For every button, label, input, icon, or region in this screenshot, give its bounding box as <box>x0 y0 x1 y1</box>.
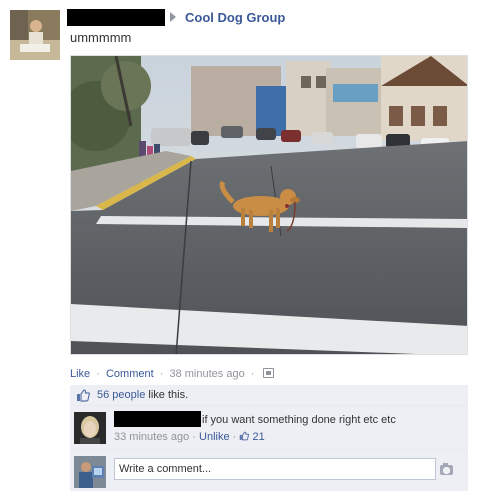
feedback-panel: 56 people like this. if you want somethi… <box>70 385 468 491</box>
comment-like-count[interactable]: 21 <box>252 431 264 443</box>
comment-timestamp[interactable]: 33 minutes ago <box>114 431 189 443</box>
camera-icon[interactable] <box>440 463 453 475</box>
post-text: ummmmm <box>70 30 132 45</box>
separator-dot: · <box>96 368 100 380</box>
poster-avatar[interactable] <box>10 10 60 60</box>
comment-link[interactable]: Comment <box>106 368 154 380</box>
redacted-commenter-name <box>114 411 201 427</box>
separator-dot: · <box>192 431 196 443</box>
likes-suffix: like this. <box>145 389 189 401</box>
comment-meta: 33 minutes ago · Unlike · 21 <box>114 431 265 443</box>
separator-dot: · <box>232 431 237 443</box>
likes-summary: 56 people like this. <box>70 385 468 406</box>
audience-icon[interactable] <box>263 368 275 378</box>
comment-item: if you want something done right etc etc… <box>70 406 468 450</box>
group-name-link[interactable]: Cool Dog Group <box>185 10 285 25</box>
post-timestamp[interactable]: 38 minutes ago <box>169 368 244 380</box>
like-link[interactable]: Like <box>70 368 90 380</box>
redacted-poster-name <box>67 9 165 26</box>
thumbs-up-icon <box>77 389 90 402</box>
post-photo[interactable] <box>70 55 468 355</box>
current-user-avatar <box>74 456 106 488</box>
unlike-link[interactable]: Unlike <box>199 431 230 443</box>
comment-text: if you want something done right etc etc <box>202 414 396 426</box>
write-comment-row <box>70 450 468 491</box>
commenter-avatar[interactable] <box>74 412 106 444</box>
separator-dot: · <box>250 368 255 380</box>
likers-link[interactable]: 56 people <box>97 389 145 401</box>
comment-input[interactable] <box>114 458 436 480</box>
post-actions: Like · Comment · 38 minutes ago · <box>70 368 275 380</box>
separator-dot: · <box>159 368 164 380</box>
thumbs-up-icon <box>240 431 250 441</box>
triangle-right-icon <box>170 12 176 22</box>
